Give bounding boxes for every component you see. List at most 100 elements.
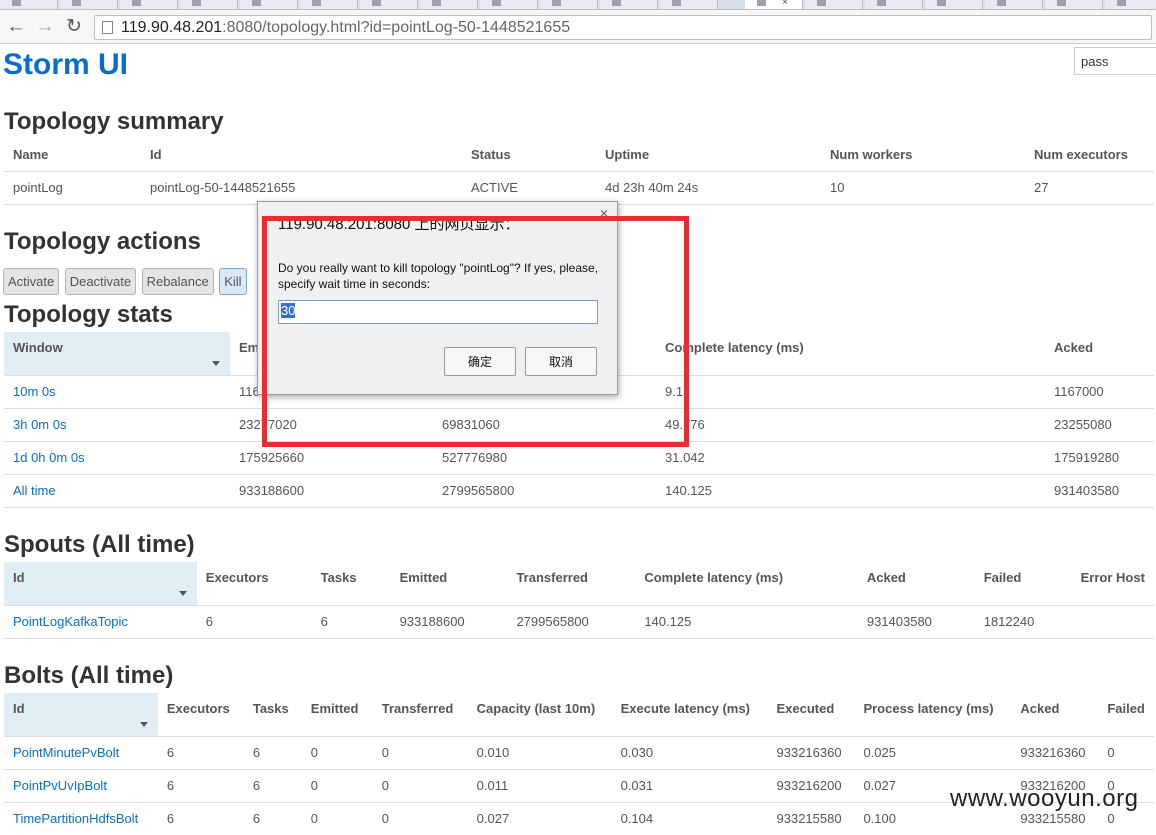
annotation-highlight-box	[262, 216, 689, 447]
table-cell: 10	[821, 170, 1025, 204]
column-header: Capacity (last 10m)	[476, 701, 596, 716]
browser-tab[interactable]	[300, 0, 358, 9]
table-cell: 6	[157, 801, 244, 835]
spout-link[interactable]: PointLogKafkaTopic	[13, 614, 128, 629]
page-title[interactable]: Storm UI	[3, 48, 128, 82]
table-cell: PointLogKafkaTopic	[4, 604, 197, 638]
browser-tab[interactable]	[805, 0, 863, 9]
table-cell: 2799565800	[507, 604, 636, 638]
table-cell: 1d 0h 0m 0s	[4, 440, 230, 474]
column-header: Status	[471, 147, 511, 162]
table-cell: 0.027	[467, 801, 612, 835]
table-row: PointLogKafkaTopic 6 6 933188600 2799565…	[4, 604, 1154, 638]
kill-button[interactable]: Kill	[219, 268, 247, 295]
browser-tab[interactable]	[865, 0, 923, 9]
browser-tab[interactable]	[360, 0, 418, 9]
bolt-link[interactable]: TimePartitionHdfsBolt	[13, 811, 138, 826]
forward-arrow-icon[interactable]: →	[33, 16, 57, 38]
topology-stats-heading: Topology stats	[4, 301, 173, 328]
window-link[interactable]: All time	[13, 483, 56, 498]
table-cell: 27	[1025, 170, 1154, 204]
column-header: Tasks	[252, 701, 289, 716]
table-cell: 933216360	[767, 735, 855, 769]
table-cell: 175919280	[1045, 440, 1154, 474]
column-header-label: Window	[13, 340, 63, 355]
topology-summary-heading: Topology summary	[4, 108, 224, 135]
search-input[interactable]	[1074, 47, 1156, 75]
table-cell: 31.042	[656, 440, 1045, 474]
table-cell: 933188600	[390, 604, 508, 638]
browser-tab[interactable]	[420, 0, 478, 9]
table-cell: 0.025	[854, 735, 1012, 769]
favicon-icon	[937, 0, 946, 6]
favicon-icon	[132, 0, 141, 6]
column-header: Name	[13, 147, 49, 162]
browser-tab[interactable]	[540, 0, 598, 9]
table-cell: TimePartitionHdfsBolt	[4, 801, 158, 835]
topology-actions-bar: Activate Deactivate Rebalance Kill	[3, 268, 248, 295]
deactivate-button[interactable]: Deactivate	[64, 268, 137, 295]
address-bar[interactable]: 119.90.48.201:8080/topology.html?id=poin…	[94, 15, 1152, 40]
favicon-icon	[312, 0, 321, 6]
favicon-icon	[877, 0, 886, 6]
close-tab-icon[interactable]: ×	[782, 0, 788, 8]
sort-header-window[interactable]: Window	[4, 332, 230, 375]
column-header: Execute latency (ms)	[620, 701, 750, 716]
favicon-icon	[997, 0, 1006, 6]
browser-tab[interactable]	[660, 0, 718, 9]
table-cell: 0	[1098, 735, 1154, 769]
favicon-icon	[757, 0, 766, 6]
page-icon	[102, 21, 113, 34]
browser-tab[interactable]	[925, 0, 983, 9]
activate-button[interactable]: Activate	[3, 268, 60, 295]
table-cell: 6	[243, 768, 302, 802]
browser-tab[interactable]	[0, 0, 58, 9]
back-arrow-icon[interactable]: ←	[4, 16, 28, 38]
sort-header-id[interactable]: Id	[4, 693, 158, 736]
browser-tab[interactable]	[240, 0, 298, 9]
watermark: www.wooyun.org	[950, 785, 1139, 812]
browser-tab[interactable]	[1105, 0, 1156, 9]
browser-tab[interactable]	[600, 0, 658, 9]
table-cell: 0	[372, 801, 468, 835]
table-cell: 0	[372, 735, 468, 769]
column-header: Failed	[983, 570, 1022, 585]
column-header: Complete latency (ms)	[665, 340, 804, 355]
browser-tab[interactable]	[985, 0, 1043, 9]
browser-tab[interactable]	[120, 0, 178, 9]
table-cell: 0	[301, 768, 373, 802]
table-cell: 933216200	[767, 768, 855, 802]
window-link[interactable]: 1d 0h 0m 0s	[13, 450, 85, 465]
table-cell: 933216360	[1011, 735, 1099, 769]
column-header: Executors	[166, 701, 230, 716]
table-cell: 1167000	[1045, 374, 1154, 408]
browser-tab[interactable]	[180, 0, 238, 9]
table-cell: 6	[311, 604, 391, 638]
table-cell: pointLog-50-1448521655	[141, 170, 462, 204]
window-link[interactable]: 3h 0m 0s	[13, 417, 66, 432]
bolt-link[interactable]: PointMinutePvBolt	[13, 745, 119, 760]
browser-tab[interactable]	[1045, 0, 1103, 9]
favicon-icon	[252, 0, 261, 6]
column-header-label: Id	[13, 701, 25, 716]
browser-tabstrip: ×	[0, 0, 1156, 10]
table-cell: 10m 0s	[4, 374, 230, 408]
column-header: Error Host	[1080, 570, 1145, 585]
bolt-link[interactable]: PointPvUvIpBolt	[13, 778, 107, 793]
window-link[interactable]: 10m 0s	[13, 384, 56, 399]
browser-tab-active[interactable]: ×	[745, 0, 803, 9]
column-header: Process latency (ms)	[863, 701, 994, 716]
spouts-heading: Spouts (All time)	[4, 531, 195, 558]
browser-tab[interactable]	[60, 0, 118, 9]
table-row: PointMinutePvBolt 6 6 0 0 0.010 0.030 93…	[4, 735, 1154, 769]
table-cell: 0.031	[611, 768, 768, 802]
column-header: Emitted	[399, 570, 448, 585]
reload-icon[interactable]: ↻	[62, 16, 86, 38]
sort-header-id[interactable]: Id	[4, 562, 197, 605]
rebalance-button[interactable]: Rebalance	[141, 268, 214, 295]
url-host: 119.90.48.201	[121, 19, 223, 36]
browser-tab[interactable]	[480, 0, 538, 9]
table-cell: All time	[4, 473, 230, 507]
favicon-icon	[552, 0, 561, 6]
column-header: Transferred	[381, 701, 454, 716]
